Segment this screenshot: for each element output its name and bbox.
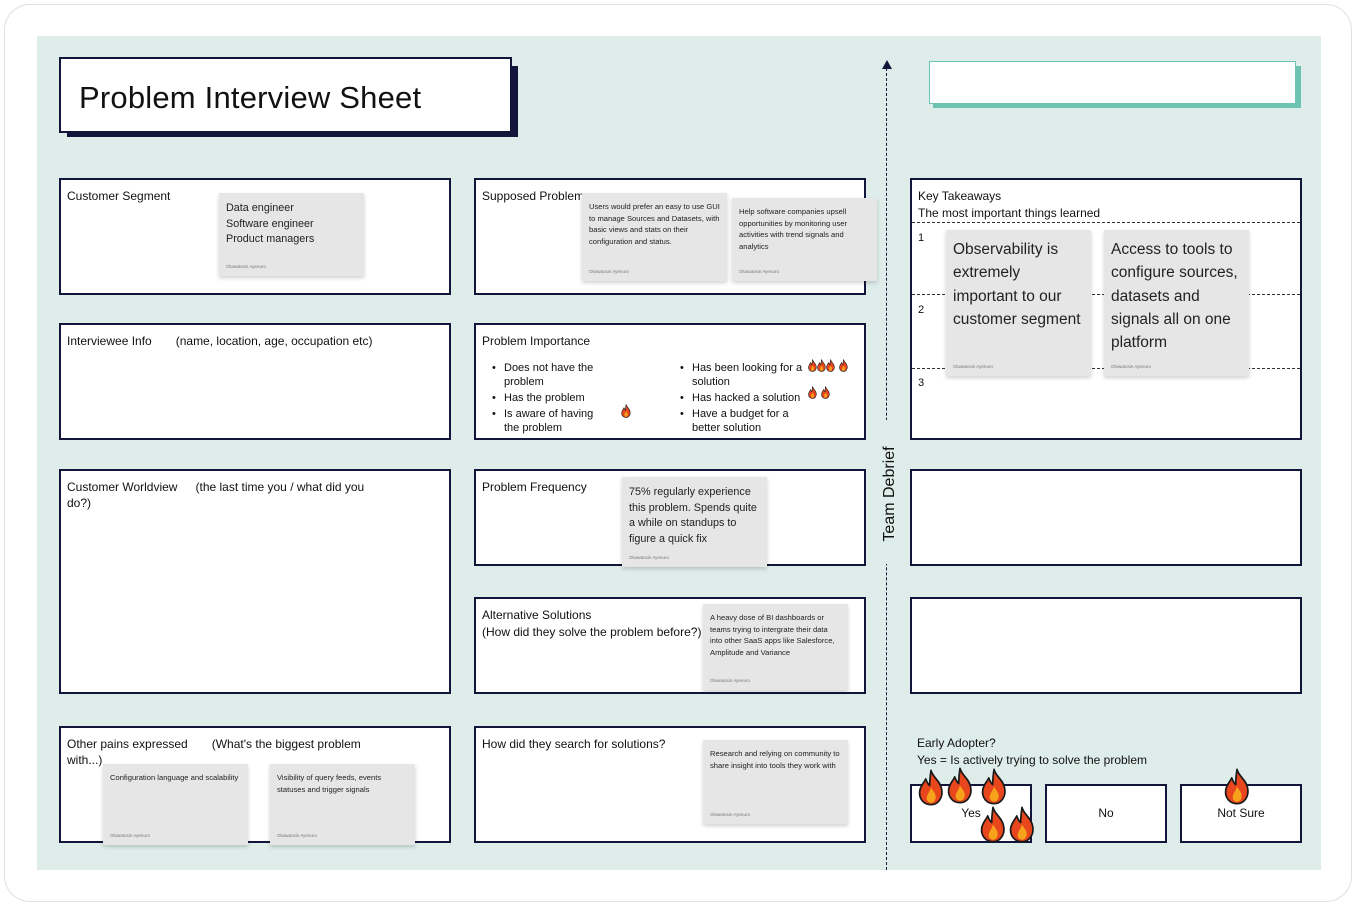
sticky-note[interactable]: A heavy dose of BI dashboards or teams t… <box>703 604 848 690</box>
note-text: Help software companies upsell opportuni… <box>739 207 848 251</box>
option-label: Not Sure <box>1217 806 1265 820</box>
note-author: Oluwatosin Ayenuro <box>1111 364 1151 369</box>
sticky-note[interactable]: Observability is extremely important to … <box>946 230 1091 376</box>
note-author: Oluwatosin Ayenuro <box>739 269 779 274</box>
interviewee-info-card[interactable]: Interviewee Info (name, location, age, oc… <box>59 323 451 440</box>
sticky-note[interactable]: 75% regularly experience this problem. S… <box>622 477 767 567</box>
row-number: 2 <box>918 304 925 316</box>
note-author: Oluwatosin Ayenuro <box>589 269 629 274</box>
list-item[interactable]: Has hacked a solution <box>680 391 805 405</box>
row-divider <box>912 222 1300 223</box>
early-adopter-no-option[interactable]: No <box>1045 784 1167 843</box>
list-item[interactable]: Is aware of having the problem <box>492 407 607 435</box>
note-text: Access to tools to configure sources, da… <box>1111 241 1238 352</box>
note-text: Observability is extremely important to … <box>953 241 1081 328</box>
card-subtitle: The most important things learned <box>918 206 1101 220</box>
note-text: Visibility of query feeds, events status… <box>277 773 382 794</box>
card-title: Problem Importance <box>482 334 591 348</box>
card-title-main: Interviewee Info <box>67 334 152 348</box>
card-title: Key Takeaways The most important things … <box>918 188 1100 221</box>
option-label: No <box>1098 806 1114 820</box>
flame-icon <box>825 359 836 372</box>
page-title: Problem Interview Sheet <box>79 80 422 115</box>
list-item[interactable]: Has been looking for a solution <box>680 361 805 389</box>
title-box[interactable]: Problem Interview Sheet <box>59 57 512 133</box>
sticky-note[interactable]: Help software companies upsell opportuni… <box>732 198 877 281</box>
card-title-main: Customer Worldview <box>67 480 178 494</box>
flame-icon <box>944 767 976 804</box>
note-author: Oluwatosin Ayenuro <box>629 555 669 560</box>
early-adopter-subtitle: Yes = Is actively trying to solve the pr… <box>917 753 1148 767</box>
card-title: Interviewee Info (name, location, age, oc… <box>67 333 373 349</box>
flame-icon <box>807 386 818 399</box>
note-text: Configuration language and scalability <box>110 773 239 782</box>
note-text: 75% regularly experience this problem. S… <box>629 486 757 545</box>
note-text: Data engineer Software engineer Product … <box>226 201 358 248</box>
card-title: How did they search for solutions? <box>482 737 666 751</box>
flame-icon <box>820 386 831 399</box>
problem-importance-card[interactable]: Problem Importance Does not have the pro… <box>474 323 866 440</box>
row-number: 1 <box>918 232 925 244</box>
note-line: Data engineer <box>226 202 294 214</box>
flame-icon <box>1221 768 1253 805</box>
row-number: 3 <box>918 377 925 389</box>
sticky-note[interactable]: Users would prefer an easy to use GUI to… <box>582 193 727 281</box>
note-text: Users would prefer an easy to use GUI to… <box>589 202 720 246</box>
teal-input-box[interactable] <box>929 61 1296 104</box>
list-item[interactable]: Has the problem <box>492 391 607 405</box>
flame-icon <box>620 404 632 418</box>
arrow-up-icon <box>882 60 892 69</box>
importance-list-right: Has been looking for a solution Has hack… <box>680 361 805 437</box>
flame-icon <box>1006 806 1038 843</box>
sticky-note[interactable]: Access to tools to configure sources, da… <box>1104 230 1249 376</box>
card-title: Customer Segment <box>67 189 171 203</box>
note-author: Oluwatosin Ayenuro <box>710 678 750 683</box>
note-author: Oluwatosin Ayenuro <box>710 812 750 817</box>
flame-icon <box>915 769 947 806</box>
debrief-blank-card[interactable] <box>910 597 1302 694</box>
note-line: Software engineer <box>226 217 314 230</box>
card-subtitle: (How did they solve the problem before?) <box>482 625 702 639</box>
sticky-note[interactable]: Visibility of query feeds, events status… <box>270 764 415 845</box>
card-title-main: Key Takeaways <box>918 189 1002 203</box>
note-author: Oluwatosin Ayenuro <box>277 833 317 838</box>
note-author: Oluwatosin Ayenuro <box>110 833 150 838</box>
importance-list-left: Does not have the problem Has the proble… <box>492 361 607 437</box>
team-debrief-label: Team Debrief <box>881 446 898 542</box>
sticky-note[interactable]: Research and relying on community to sha… <box>703 740 848 824</box>
note-author: Oluwatosin Ayenuro <box>953 364 993 369</box>
list-item[interactable]: Does not have the problem <box>492 361 607 389</box>
customer-worldview-card[interactable]: Customer Worldview (the last time you / w… <box>59 469 451 694</box>
early-adopter-title: Early Adopter? Yes = Is actively trying … <box>917 735 1147 768</box>
note-author: Oluwatosin Ayenuro <box>226 264 266 269</box>
card-title: Customer Worldview (the last time you / w… <box>67 479 379 511</box>
note-text: A heavy dose of BI dashboards or teams t… <box>710 613 835 657</box>
card-title: Problem Frequency <box>482 480 587 494</box>
debrief-blank-card[interactable] <box>910 469 1302 566</box>
card-title: Alternative Solutions (How did they solv… <box>482 607 701 640</box>
flame-icon <box>977 806 1009 843</box>
note-text: Research and relying on community to sha… <box>710 749 840 770</box>
card-title-main: Other pains expressed <box>67 737 188 751</box>
flame-icon <box>838 359 849 372</box>
early-adopter-question: Early Adopter? <box>917 736 996 750</box>
card-subtitle: (name, location, age, occupation etc) <box>175 334 373 348</box>
sticky-note[interactable]: Data engineer Software engineer Product … <box>219 193 364 276</box>
flame-icon <box>978 768 1010 805</box>
list-item[interactable]: Have a budget for a better solution <box>680 407 805 435</box>
sticky-note[interactable]: Configuration language and scalability O… <box>103 764 248 845</box>
card-title: Supposed Problem <box>482 189 585 203</box>
card-title-main: Alternative Solutions <box>482 608 592 622</box>
note-line: Product managers <box>226 233 315 245</box>
